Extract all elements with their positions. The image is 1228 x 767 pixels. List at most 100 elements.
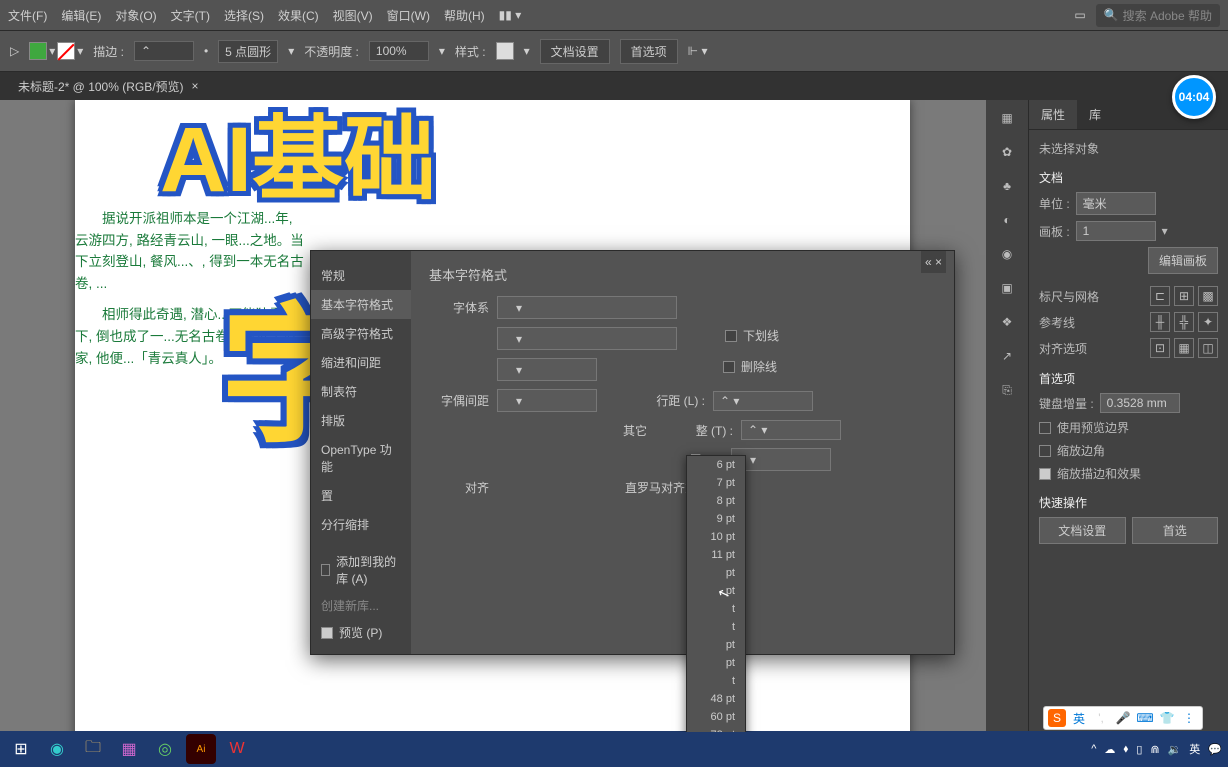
doc-setup-button[interactable]: 文档设置 (540, 39, 610, 64)
fill-swatch[interactable] (29, 42, 47, 60)
snap-grid-icon[interactable]: ▦ (1174, 338, 1194, 358)
document-tab[interactable]: 未标题-2* @ 100% (RGB/预览) × (8, 74, 209, 99)
add-to-lib-checkbox[interactable] (321, 564, 330, 576)
sidebar-item-line-break[interactable]: 分行缩排 (311, 510, 411, 539)
browser-icon[interactable]: ◎ (150, 734, 180, 764)
wifi-icon[interactable]: ⋒ (1150, 743, 1159, 756)
artboard-select[interactable]: 1 (1076, 221, 1156, 241)
menu-help[interactable]: 帮助(H) (444, 7, 485, 24)
menu-edit[interactable]: 编辑(E) (61, 7, 101, 24)
size-option[interactable]: t (687, 672, 745, 690)
preview-bounds-checkbox[interactable] (1039, 422, 1051, 434)
size-option[interactable]: t (687, 618, 745, 636)
layout-icon[interactable]: ▮▮ ▾ (499, 8, 522, 22)
layers-icon[interactable]: ▣ (997, 278, 1017, 298)
ime-lang[interactable]: 英 (1070, 709, 1088, 727)
size-option[interactable]: pt (687, 636, 745, 654)
size-option[interactable]: 72 pt (687, 726, 745, 732)
dialog-panel-tabs[interactable]: « × (921, 251, 946, 273)
line-height-select[interactable]: ⌃ ▾ (713, 391, 813, 411)
appearance-icon[interactable]: ◉ (997, 244, 1017, 264)
opacity-input[interactable]: 100% (369, 41, 429, 61)
doc-setup-quick-button[interactable]: 文档设置 (1039, 517, 1126, 544)
menu-effect[interactable]: 效果(C) (278, 7, 319, 24)
tray-chevron-icon[interactable]: ^ (1091, 743, 1096, 755)
window-mode-icon[interactable]: ▭ (1074, 8, 1085, 22)
ime-toolbar[interactable]: S 英 ', 🎤 ⌨ 👕 ⋮ (1043, 706, 1203, 730)
mic-icon[interactable]: 🎤 (1114, 709, 1132, 727)
menu-object[interactable]: 对象(O) (115, 7, 156, 24)
start-button[interactable]: ⊞ (6, 734, 36, 764)
illustrator-icon[interactable]: Ai (186, 734, 216, 764)
close-icon[interactable]: × (192, 79, 199, 93)
tracking-select[interactable]: ⌃ ▾ (741, 420, 841, 440)
chevron-down-icon[interactable]: ▾ (524, 44, 530, 58)
help-search[interactable]: 🔍 搜索 Adobe 帮助 (1096, 4, 1220, 27)
sidebar-item-position[interactable]: 置 (311, 481, 411, 510)
ruler-icon[interactable]: ⊏ (1150, 286, 1170, 306)
sidebar-item-advanced-char[interactable]: 高级字符格式 (311, 319, 411, 348)
align-icon[interactable]: ⊩ ▾ (688, 44, 708, 58)
snap-pixel-icon[interactable]: ◫ (1198, 338, 1218, 358)
scale-corners-checkbox[interactable] (1039, 445, 1051, 457)
chevron-down-icon[interactable]: ▾ (288, 44, 294, 58)
wps-icon[interactable]: W (222, 734, 252, 764)
size-option[interactable]: pt (687, 654, 745, 672)
grid-icon[interactable]: ▦ (997, 108, 1017, 128)
chevron-down-icon[interactable]: ▾ (439, 44, 445, 58)
size-option[interactable]: 7 pt (687, 474, 745, 492)
font-style-select[interactable]: ▾ (497, 327, 677, 350)
style-swatch[interactable] (496, 42, 514, 60)
underline-checkbox[interactable] (725, 330, 737, 342)
menu-text[interactable]: 文字(T) (171, 7, 210, 24)
size-option[interactable]: 8 pt (687, 492, 745, 510)
size-option[interactable]: 60 pt (687, 708, 745, 726)
app-icon[interactable]: ▦ (114, 734, 144, 764)
ime-punct-icon[interactable]: ', (1092, 709, 1110, 727)
sidebar-item-basic-char[interactable]: 基本字符格式 (311, 290, 411, 319)
menu-window[interactable]: 窗口(W) (387, 7, 430, 24)
tray-icon[interactable]: ⬧ (1123, 743, 1128, 756)
lock-guides-icon[interactable]: ╬ (1174, 312, 1194, 332)
size-option[interactable]: pt (687, 564, 745, 582)
swatch-icon[interactable]: ◐ (997, 210, 1017, 230)
preferences-button[interactable]: 首选项 (620, 39, 678, 64)
position-select[interactable]: ▾ (731, 448, 831, 471)
chevron-down-icon[interactable]: ▾ (49, 44, 55, 58)
tray-lang[interactable]: 英 (1189, 741, 1200, 757)
pref-quick-button[interactable]: 首选 (1132, 517, 1219, 544)
unit-select[interactable]: 毫米 (1076, 192, 1156, 215)
explorer-icon[interactable]: 🗀 (78, 734, 108, 764)
brush-select[interactable]: 5 点圆形 (218, 40, 278, 63)
notification-icon[interactable]: 💬 (1208, 743, 1222, 756)
stroke-swatch[interactable] (57, 42, 75, 60)
tab-libraries[interactable]: 库 (1077, 100, 1113, 129)
artboard-icon[interactable]: ⎘ (997, 380, 1017, 400)
menu-file[interactable]: 文件(F) (8, 7, 47, 24)
volume-icon[interactable]: 🔉 (1168, 743, 1182, 756)
grid-icon[interactable]: ⊞ (1174, 286, 1194, 306)
symbol-icon[interactable]: ♣ (997, 176, 1017, 196)
size-option[interactable]: 11 pt (687, 546, 745, 564)
preview-checkbox[interactable] (321, 627, 333, 639)
scale-strokes-checkbox[interactable] (1039, 468, 1051, 480)
size-option[interactable]: 10 pt (687, 528, 745, 546)
tab-properties[interactable]: 属性 (1029, 100, 1077, 129)
brush-icon[interactable]: ✿ (997, 142, 1017, 162)
size-option[interactable]: 48 pt (687, 690, 745, 708)
chevron-down-icon[interactable]: ▾ (1162, 224, 1168, 238)
guides-icon[interactable]: ╫ (1150, 312, 1170, 332)
export-icon[interactable]: ↗ (997, 346, 1017, 366)
size-option[interactable]: 6 pt (687, 456, 745, 474)
more-icon[interactable]: ⋮ (1180, 709, 1198, 727)
sogou-icon[interactable]: S (1048, 709, 1066, 727)
lib-select[interactable]: 创建新库... (311, 593, 411, 618)
cloud-icon[interactable]: ☁ (1104, 743, 1115, 756)
sidebar-item-indent[interactable]: 缩进和间距 (311, 348, 411, 377)
smart-guides-icon[interactable]: ✦ (1198, 312, 1218, 332)
sidebar-item-typography[interactable]: 排版 (311, 406, 411, 435)
menu-view[interactable]: 视图(V) (333, 7, 373, 24)
transparency-grid-icon[interactable]: ▩ (1198, 286, 1218, 306)
sidebar-item-opentype[interactable]: OpenType 功能 (311, 435, 411, 481)
keyboard-icon[interactable]: ⌨ (1136, 709, 1154, 727)
